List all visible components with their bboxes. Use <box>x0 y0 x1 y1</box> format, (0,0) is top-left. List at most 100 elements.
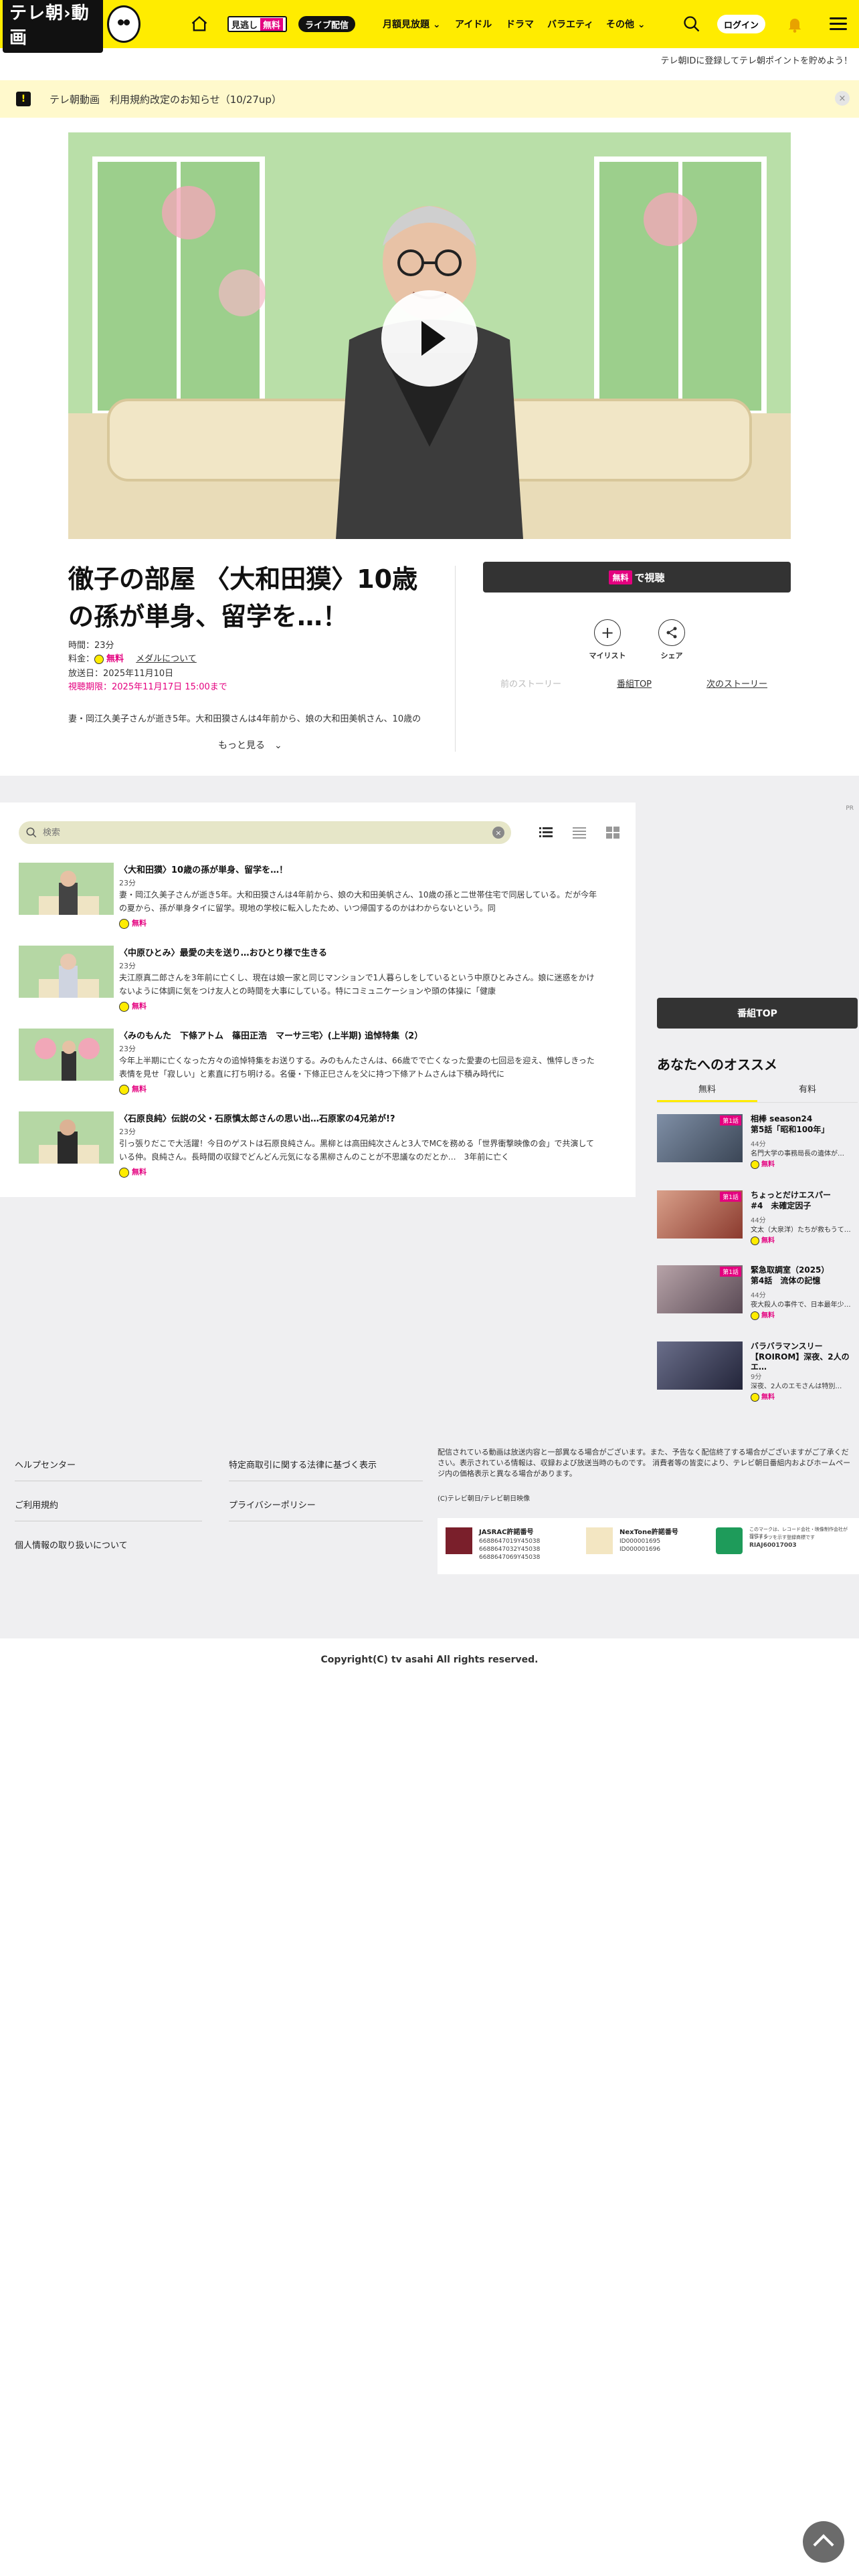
recommend-name[interactable]: 緊急取調室（2025） <box>751 1265 858 1275</box>
program-top-link[interactable]: 番組TOP <box>617 677 652 689</box>
program-title: 徹子の部屋 〈大和田獏〉10歳の孫が単身、留学を…！ <box>68 564 418 631</box>
tab-paid[interactable]: 有料 <box>757 1082 858 1100</box>
recommend-sub: 第4話 流体の記憶 <box>751 1276 821 1285</box>
recommend-thumbnail[interactable]: 第1話 <box>657 1190 743 1239</box>
detail-view-icon[interactable] <box>573 827 586 839</box>
more-button[interactable]: もっと見る ⌄ <box>218 738 282 752</box>
nav-item-drama[interactable]: ドラマ <box>506 17 534 31</box>
episode-title[interactable]: 〈みのもんた 下條アトム 篠田正浩 マーサ三宅〉(上半期) 追悼特集（2） <box>119 1029 423 1041</box>
share-label[interactable]: シェア <box>645 650 698 661</box>
recommend-desc: 深夜、2人のエモさんは特別… <box>751 1383 842 1390</box>
video-player[interactable] <box>68 132 791 539</box>
footer-link-help[interactable]: ヘルプセンター <box>15 1458 76 1471</box>
login-button[interactable]: ログイン <box>717 15 765 33</box>
recommend-free-badge: 無料 <box>751 1235 775 1245</box>
footer-link-privacy-handling[interactable]: 個人情報の取り扱いについて <box>15 1538 128 1551</box>
recommend-sub: 第5話「昭和100年」 <box>751 1125 830 1134</box>
duration-text: 時間：23分 <box>68 641 114 651</box>
footer-link-tokusho[interactable]: 特定商取引に関する法律に基づく表示 <box>229 1458 377 1471</box>
watch-deadline: 視聴期限：2025年11月17日 15:00まで <box>68 682 227 692</box>
nav-item-other[interactable]: その他 ⌄ <box>606 17 646 31</box>
episode-thumbnail[interactable] <box>19 1111 114 1164</box>
recommend-free-badge: 無料 <box>751 1391 775 1402</box>
recommend-title: あなたへのオススメ <box>657 1057 777 1073</box>
recommend-thumbnail[interactable] <box>657 1341 743 1390</box>
licence-number: ID000001696 <box>619 1546 661 1553</box>
list-view-icon[interactable] <box>539 827 553 839</box>
episode-duration: 23分 <box>119 1045 136 1053</box>
episode-item[interactable]: 〈みのもんた 下條アトム 篠田正浩 マーサ三宅〉(上半期) 追悼特集（2） 23… <box>19 1029 595 1098</box>
licence-number: 6688647069Y45038 <box>479 1554 541 1561</box>
nav-live[interactable]: ライブ配信 <box>298 16 356 32</box>
recommend-duration: 44分 <box>751 1141 766 1148</box>
ad-label: PR <box>846 805 854 812</box>
recommend-item[interactable]: バラバラマンスリー 【ROIROM】深夜、2人のエ… 9分 深夜、2人のエモさん… <box>657 1341 858 1408</box>
search-icon[interactable] <box>682 15 701 33</box>
episode-title[interactable]: 〈大和田獏〉10歳の孫が単身、留学を…！ <box>119 863 288 875</box>
footer-note: 配信されている動画は放送内容と一部異なる場合がございます。また、予告なく配信終了… <box>438 1448 851 1478</box>
close-icon[interactable]: × <box>835 91 850 106</box>
notice-bar[interactable]: ! テレ朝動画 利用規約改定のお知らせ（10/27up） × <box>0 80 859 118</box>
recommend-name[interactable]: バラバラマンスリー <box>751 1341 858 1352</box>
licence-title: JASRAC許諾番号 <box>479 1529 534 1536</box>
next-story-link[interactable]: 次のストーリー <box>706 677 767 689</box>
recommend-desc: 夜大殺人の事件で、日本最年少… <box>751 1301 851 1309</box>
scroll-top-button[interactable] <box>803 2521 844 2563</box>
broadcast-date: 放送日：2025年11月10日 <box>68 669 174 679</box>
episode-free-badge: 無料 <box>119 1083 147 1095</box>
promo-banner[interactable]: テレ朝IDに登録してテレ朝ポイントを貯めよう！ <box>661 53 852 66</box>
recommend-thumbnail[interactable]: 第1話 <box>657 1114 743 1162</box>
nav-item-idol[interactable]: アイドル <box>455 17 492 31</box>
clear-icon[interactable]: × <box>492 827 504 839</box>
episode-title[interactable]: 〈石原良純〉伝説の父・石原慎太郎さんの思い出…石原家の4兄弟が!? <box>119 1111 395 1124</box>
home-icon[interactable] <box>190 15 209 33</box>
coin-icon <box>94 654 104 664</box>
nav-item-variety[interactable]: バラエティ <box>547 17 593 31</box>
episode-thumbnail[interactable] <box>19 1029 114 1081</box>
recommend-free-badge: 無料 <box>751 1309 775 1320</box>
episode-item[interactable]: 〈石原良純〉伝説の父・石原慎太郎さんの思い出…石原家の4兄弟が!? 23分 引っ… <box>19 1111 594 1181</box>
recommend-name[interactable]: ちょっとだけエスパー <box>751 1190 858 1200</box>
share-icon[interactable] <box>658 619 685 646</box>
notice-icon: ! <box>16 92 31 106</box>
episode-thumbnail[interactable] <box>19 863 114 915</box>
watch-free-button[interactable]: 無料 で視聴 <box>483 562 791 593</box>
mylist-label[interactable]: マイリスト <box>581 650 634 661</box>
licence-note: コンテンツを示す登録商標です <box>749 1535 815 1540</box>
recommend-item[interactable]: 第1話 ちょっとだけエスパー #4 未確定因子 44分 文太（大泉洋）たちが救も… <box>657 1190 858 1257</box>
site-logo[interactable]: テレ朝›動画 <box>0 0 140 53</box>
price-row: 料金： 無料 メダルについて <box>68 654 197 664</box>
lmark-logo-icon <box>716 1527 743 1554</box>
episode-item[interactable]: 〈中原ひとみ〉最愛の夫を送り…おひとり様で生きる 23分 夫江原真二郎さんを3年… <box>19 946 595 1015</box>
episode-free-badge: 無料 <box>119 1000 147 1012</box>
search-icon <box>26 827 37 838</box>
episode-thumbnail[interactable] <box>19 946 114 998</box>
nav-mitsu-free[interactable]: 見逃し 無料 <box>227 16 288 32</box>
footer-link-terms[interactable]: ご利用規約 <box>15 1498 58 1511</box>
plus-icon[interactable]: + <box>594 619 621 646</box>
nav-item-monthly[interactable]: 月額見放題 ⌄ <box>383 17 441 31</box>
site-header: テレ朝›動画 見逃し 無料 ライブ配信 月額見放題 ⌄ アイドル ドラマ バラエテ… <box>0 0 859 53</box>
menu-icon[interactable] <box>830 17 847 31</box>
licence-box: JASRAC許諾番号 6688647019Y45038 6688647032Y4… <box>438 1518 859 1574</box>
tab-free[interactable]: 無料 <box>657 1082 757 1103</box>
recommend-thumbnail[interactable]: 第1話 <box>657 1265 743 1313</box>
episode-duration: 23分 <box>119 879 136 887</box>
footer-small-copyright: (C)テレビ朝日/テレビ朝日映像 <box>438 1495 531 1503</box>
medal-link[interactable]: メダルについて <box>136 654 197 664</box>
sidebar-program-top-button[interactable]: 番組TOP <box>657 998 858 1029</box>
play-button[interactable] <box>381 290 478 387</box>
episode-search-input[interactable] <box>43 826 471 839</box>
grid-view-icon[interactable] <box>606 827 619 839</box>
footer-link-privacy-policy[interactable]: プライバシーポリシー <box>229 1498 316 1511</box>
episode-item[interactable]: 〈大和田獏〉10歳の孫が単身、留学を…！ 23分 妻・岡江久美子さんが逝き5年。… <box>19 863 597 932</box>
recommend-item[interactable]: 第1話 緊急取調室（2025） 第4話 流体の記憶 44分 夜大殺人の事件で、日… <box>657 1265 858 1332</box>
copyright: Copyright(C) tv asahi All rights reserve… <box>320 1654 539 1665</box>
episode-description: 引っ張りだこで大活躍！今日のゲストは石原良純さん。黒柳とは高田純次さんと3人でM… <box>119 1139 595 1162</box>
bell-icon[interactable] <box>785 15 804 33</box>
notice-text[interactable]: テレ朝動画 利用規約改定のお知らせ（10/27up） <box>50 92 282 106</box>
episode-title[interactable]: 〈中原ひとみ〉最愛の夫を送り…おひとり様で生きる <box>119 946 327 958</box>
episode-search[interactable]: × <box>19 821 511 844</box>
recommend-name[interactable]: 相棒 season24 <box>751 1114 858 1124</box>
recommend-item[interactable]: 第1話 相棒 season24 第5話「昭和100年」 44分 名門大学の事務局… <box>657 1114 858 1181</box>
